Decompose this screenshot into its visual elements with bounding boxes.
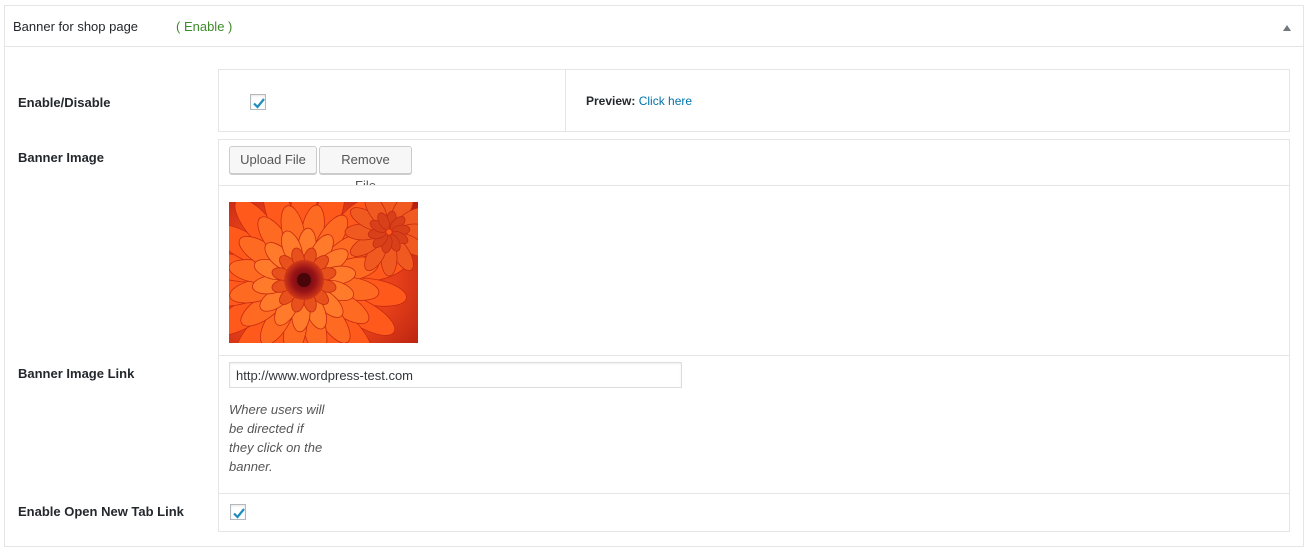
new-tab-checkbox[interactable] [230,504,246,520]
description-line: banner. [229,459,273,474]
description-line: Where users will [229,402,325,417]
panel-title: Banner for shop page [13,19,139,34]
description-line: be directed if [229,421,304,436]
banner-link-description: Where users will be directed if they cli… [229,400,324,476]
upload-buttons-cell: Upload File Remove File [218,139,1290,193]
preview-text: Preview: Click here [586,94,692,108]
banner-image-label: Banner Image [18,150,104,165]
description-line: they click on the [229,440,323,455]
preview-cell: Preview: Click here [565,69,1290,132]
banner-link-input[interactable] [229,362,682,388]
triangle-up-icon[interactable] [1283,25,1291,31]
checkmark-icon [233,508,245,519]
banner-image-link-label: Banner Image Link [18,366,135,381]
enable-checkbox-cell [218,69,566,132]
flower-image [229,202,418,343]
banner-image-preview [229,202,418,343]
upload-file-button[interactable]: Upload File [229,146,317,174]
new-tab-label: Enable Open New Tab Link [18,504,184,519]
enable-checkbox[interactable] [250,94,266,110]
enable-disable-label: Enable/Disable [18,95,111,110]
new-tab-cell [218,493,1290,532]
preview-link[interactable]: Click here [639,94,692,108]
panel-status: ( Enable ) [176,19,233,34]
panel-header[interactable]: Banner for shop page ( Enable ) [5,6,1303,47]
preview-label: Preview: [586,94,636,108]
checkmark-icon [253,98,265,109]
remove-file-button[interactable]: Remove File [319,146,412,193]
